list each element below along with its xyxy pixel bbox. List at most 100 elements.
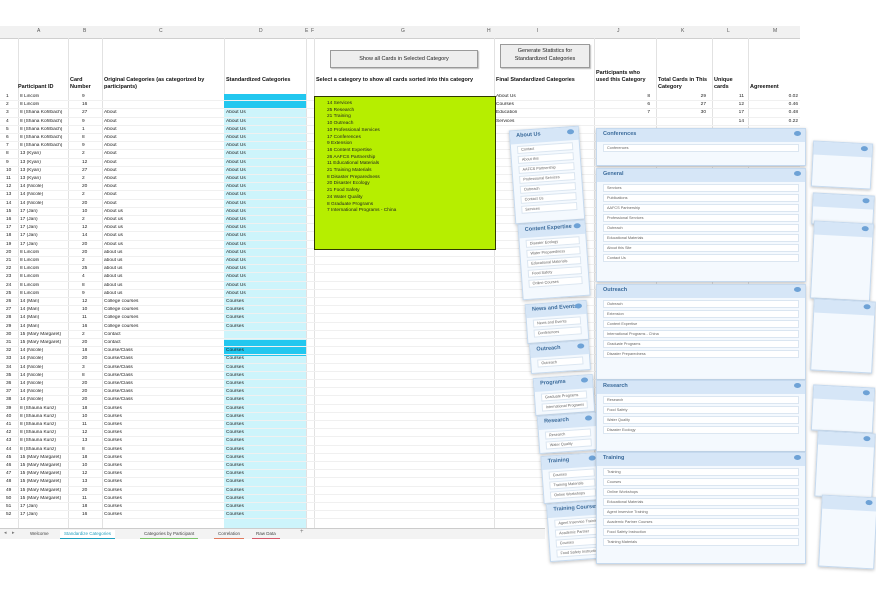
eye-icon[interactable] xyxy=(566,129,575,135)
card-item[interactable]: Publications xyxy=(603,194,799,202)
card-item[interactable]: Professional Services xyxy=(603,214,799,222)
card-item[interactable]: Educational Materials xyxy=(603,498,799,506)
card-item[interactable]: International Programs xyxy=(541,400,588,412)
column-letter-i[interactable]: I xyxy=(537,28,538,34)
category-card-back1[interactable]: About Us Contact About this AAFCS Partnersh… xyxy=(508,125,586,225)
card-item[interactable]: Disaster Ecology xyxy=(603,426,799,434)
card-item[interactable]: International Programs - China xyxy=(603,330,799,338)
card-item[interactable]: Contact Us xyxy=(603,254,799,262)
card-item[interactable]: Courses xyxy=(603,478,799,486)
column-letter-k[interactable]: K xyxy=(681,28,684,34)
column-letter-b[interactable]: B xyxy=(83,28,86,34)
add-sheet-icon[interactable]: + xyxy=(300,529,304,535)
column-letter-d[interactable]: D xyxy=(259,28,263,34)
category-card-back5[interactable]: Programs Graduate Programs International P… xyxy=(532,373,596,417)
card-item[interactable]: Services xyxy=(603,184,799,192)
card-item[interactable]: Online Workshops xyxy=(549,488,597,500)
category-list-box[interactable]: 14 Services 25 Research 21 Training 10 Outr… xyxy=(314,96,496,250)
card-item[interactable]: Services xyxy=(521,201,578,214)
eye-icon[interactable] xyxy=(794,287,801,292)
card-item[interactable]: Water Quality xyxy=(545,438,592,450)
category-card-back2[interactable]: Content Expertise Disaster Ecology Water P… xyxy=(517,219,591,301)
card-item[interactable]: Training xyxy=(603,468,799,476)
eye-icon[interactable] xyxy=(584,415,593,421)
eye-icon[interactable] xyxy=(794,131,801,136)
column-letter-f[interactable]: F xyxy=(311,28,314,34)
generate-statistics-button[interactable]: Generate Statistics for Standardized Cat… xyxy=(500,44,590,68)
sheet-tab[interactable]: Welcome xyxy=(26,530,53,538)
card-item[interactable]: Graduate Programs xyxy=(603,340,799,348)
category-list-item[interactable]: 10 Outreach xyxy=(315,121,495,128)
card-item[interactable]: Educational Materials xyxy=(603,234,799,242)
category-list-item[interactable]: 21 Training Materials xyxy=(315,168,495,175)
eye-icon[interactable] xyxy=(577,343,585,349)
eye-icon[interactable] xyxy=(865,499,873,506)
eye-icon[interactable] xyxy=(862,198,870,204)
category-list-item[interactable]: 9 Extension xyxy=(315,141,495,148)
sheet-tab[interactable]: Raw Data xyxy=(252,530,280,539)
eye-icon[interactable] xyxy=(574,303,583,309)
card-item[interactable]: About this Site xyxy=(603,244,799,252)
card-item[interactable]: Research xyxy=(603,396,799,404)
card-item[interactable]: Outreach xyxy=(603,224,799,232)
category-card-training[interactable]: Training Training Courses Online Workshops E… xyxy=(596,452,806,564)
card-item[interactable]: Online Workshops xyxy=(603,488,799,496)
card-item[interactable]: Food Safety xyxy=(603,406,799,414)
tab-scroll-right-icon[interactable]: ▸ xyxy=(12,530,15,536)
category-list-item[interactable]: 7 International Programs - China xyxy=(315,208,495,215)
card-item[interactable]: Conferences xyxy=(603,144,799,152)
column-letter-e[interactable]: E xyxy=(305,28,308,34)
card-item[interactable]: Extension xyxy=(603,310,799,318)
column-letter-a[interactable]: A xyxy=(37,28,40,34)
column-letter-l[interactable]: L xyxy=(727,28,730,34)
eye-icon[interactable] xyxy=(863,435,871,442)
tab-scroll-left-icon[interactable]: ◂ xyxy=(4,530,7,536)
category-list-item[interactable]: 16 Content Expertise xyxy=(315,148,495,155)
eye-icon[interactable] xyxy=(573,223,581,229)
card-item[interactable]: Agent Inservice Training xyxy=(603,508,799,516)
category-list-item[interactable]: 24 Water Quality xyxy=(315,195,495,202)
category-list-item[interactable]: 21 Food Safety xyxy=(315,188,495,195)
category-card-conferences[interactable]: Conferences Conferences xyxy=(596,128,806,166)
card-item[interactable]: Food Safety Instruction xyxy=(603,528,799,536)
category-card-outreach[interactable]: Outreach Outreach Extension Content Experti… xyxy=(596,284,806,380)
card-item[interactable]: Disaster Preparedness xyxy=(603,350,799,358)
category-card-general[interactable]: General Services Publications AAFCS Partner… xyxy=(596,168,806,282)
eye-icon[interactable] xyxy=(860,145,869,152)
category-card-back4[interactable]: Outreach Outreach xyxy=(529,339,591,375)
sheet-tab[interactable]: Categories by Participant xyxy=(140,530,199,539)
card-item[interactable]: Training Materials xyxy=(603,538,799,546)
column-letter-j[interactable]: J xyxy=(617,28,620,34)
card-item[interactable]: Outreach xyxy=(603,300,799,308)
category-card-back3[interactable]: News and Events News and Events Conference… xyxy=(524,299,590,345)
category-card-back7[interactable]: Training Courses Training Materials Online … xyxy=(540,451,604,505)
eye-icon[interactable] xyxy=(863,304,871,310)
sheet-tab[interactable]: Correlation xyxy=(214,530,245,539)
card-item[interactable]: Online Courses xyxy=(528,276,583,288)
category-card-research[interactable]: Research Research Food Safety Water Quality… xyxy=(596,380,806,452)
column-letter-m[interactable]: M xyxy=(773,28,777,34)
original-category-cell: About xyxy=(104,159,117,165)
show-all-cards-button[interactable]: Show all Cards in Selected Category xyxy=(330,50,478,68)
category-list-item[interactable]: 14 Services xyxy=(315,101,495,108)
card-item[interactable]: Water Quality xyxy=(603,416,799,424)
eye-icon[interactable] xyxy=(580,377,589,383)
eye-icon[interactable] xyxy=(588,455,596,461)
column-letter-g[interactable]: G xyxy=(401,28,405,34)
category-list-item[interactable]: 10 Professional Services xyxy=(315,128,495,135)
eye-icon[interactable] xyxy=(794,383,801,388)
card-item[interactable]: Content Expertise xyxy=(603,320,799,328)
category-card-back6[interactable]: Research Research Water Quality xyxy=(536,411,600,455)
column-letter-h[interactable]: H xyxy=(487,28,491,34)
sheet-tab[interactable]: Standardize Categories xyxy=(60,530,116,539)
original-category-cell: about us xyxy=(104,290,123,296)
eye-icon[interactable] xyxy=(861,225,869,232)
eye-icon[interactable] xyxy=(862,390,871,396)
eye-icon[interactable] xyxy=(794,455,801,460)
card-item[interactable]: Conferences xyxy=(533,326,582,338)
column-letter-c[interactable]: C xyxy=(159,28,163,34)
eye-icon[interactable] xyxy=(794,171,801,176)
card-item[interactable]: AAFCS Partnership xyxy=(603,204,799,212)
card-item[interactable]: Outreach xyxy=(537,356,584,368)
card-item[interactable]: Academic Partner Courses xyxy=(603,518,799,526)
